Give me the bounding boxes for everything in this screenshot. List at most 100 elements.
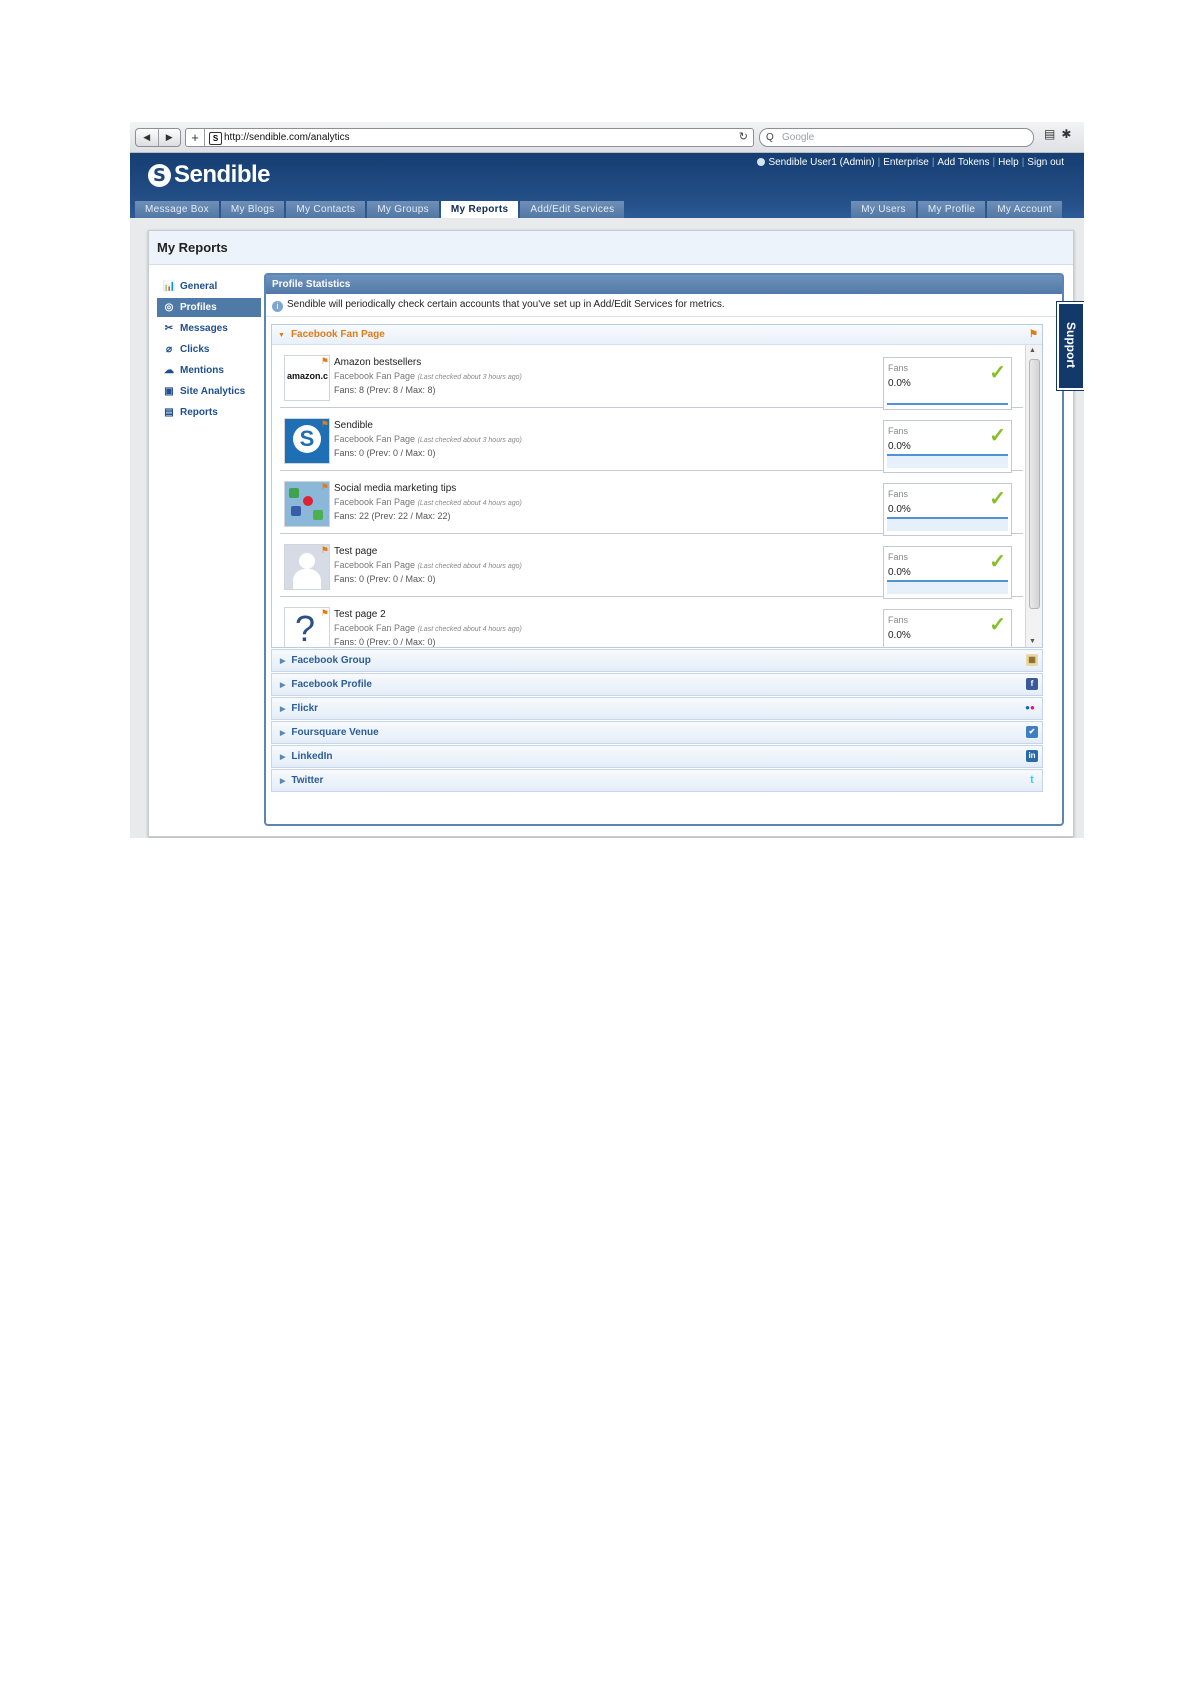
user-name[interactable]: Sendible User1 (Admin) <box>768 157 874 168</box>
profile-type: Facebook Fan Page (Last checked about 4 … <box>334 623 522 633</box>
sidebar-item-general[interactable]: 📊 General <box>157 277 261 296</box>
expand-icon: ▶ <box>280 682 286 689</box>
section-facebook-profile[interactable]: ▶ Facebook Profile f <box>271 673 1043 696</box>
report-icon: ▤ <box>164 407 174 418</box>
fans-mini-chart[interactable]: Fans 0.0% ✓ <box>883 420 1012 473</box>
list-scrollbar[interactable]: ▲ ▼ <box>1025 345 1042 647</box>
section-header-facebook-fan-page[interactable]: ▼ Facebook Fan Page ⚑ <box>272 325 1042 345</box>
tab-my-users[interactable]: My Users <box>851 201 916 218</box>
search-box[interactable]: Q Google <box>759 128 1034 147</box>
forward-button[interactable]: ▶ <box>159 129 181 146</box>
trend-line <box>887 403 1008 405</box>
user-links: Sendible User1 (Admin) | Enterprise | Add To… <box>757 157 1064 168</box>
section-flickr[interactable]: ▶ Flickr ●● <box>271 697 1043 720</box>
bar-chart-icon: 📊 <box>163 281 176 292</box>
section-facebook-group[interactable]: ▶ Facebook Group ▦ <box>271 649 1043 672</box>
trend-line <box>887 454 1008 456</box>
profile-statistics: Profile Statistics i Sendible will period… <box>264 273 1064 826</box>
browser-toolbar: ◀ ▶ + S http://sendible.com/analytics ↻ … <box>130 122 1084 153</box>
tab-my-profile[interactable]: My Profile <box>917 201 986 218</box>
line-chart-icon: ▣ <box>164 386 174 397</box>
facebook-group-icon: ▦ <box>1026 654 1038 666</box>
link-enterprise[interactable]: Enterprise <box>883 157 929 168</box>
expand-icon: ▶ <box>280 730 286 737</box>
link-add-tokens[interactable]: Add Tokens <box>937 157 989 168</box>
stats-header: Profile Statistics <box>266 275 1062 294</box>
info-icon: i <box>272 301 283 312</box>
profile-type: Facebook Fan Page (Last checked about 4 … <box>334 497 522 507</box>
fans-mini-chart[interactable]: Fans 0.0% ✓ <box>883 357 1012 410</box>
profile-thumbnail[interactable]: ⚑ <box>284 544 330 590</box>
section-twitter[interactable]: ▶ Twitter t <box>271 769 1043 792</box>
sidebar-item-messages[interactable]: ✂ Messages <box>157 319 261 338</box>
list-item: amazon.c ⚑ Amazon bestsellers Facebook Fa… <box>280 345 1023 410</box>
site-header: S Sendible Sendible User1 (Admin) | Enterp… <box>130 153 1084 218</box>
link-help[interactable]: Help <box>998 157 1019 168</box>
fans-mini-chart[interactable]: Fans 0.0% ✓ <box>883 546 1012 599</box>
reports-panel: My Reports 📊 General ◎ Profiles ✂ Messages … <box>148 230 1074 837</box>
fan-page-list: amazon.c ⚑ Amazon bestsellers Facebook Fa… <box>272 345 1025 647</box>
speech-bubble-icon: ☁ <box>164 365 174 376</box>
link-sign-out[interactable]: Sign out <box>1027 157 1064 168</box>
page-menu-icon[interactable]: ▤ <box>1044 127 1061 141</box>
back-button[interactable]: ◀ <box>136 129 159 146</box>
sidebar-item-clicks[interactable]: ⌀ Clicks <box>157 340 261 359</box>
list-item: S ⚑ Sendible Facebook Fan Page (Last chec… <box>280 408 1023 473</box>
trend-line <box>887 517 1008 519</box>
expand-icon: ▶ <box>280 778 286 785</box>
tab-my-account[interactable]: My Account <box>987 201 1062 218</box>
browser-window: ◀ ▶ + S http://sendible.com/analytics ↻ … <box>130 122 1084 838</box>
linkedin-icon: in <box>1026 750 1038 762</box>
profile-thumbnail[interactable]: amazon.c ⚑ <box>284 355 330 401</box>
profile-type: Facebook Fan Page (Last checked about 3 … <box>334 434 522 444</box>
new-tab-icon[interactable]: + <box>186 129 205 146</box>
profile-thumbnail[interactable]: ? ⚑ <box>284 607 330 647</box>
tab-my-groups[interactable]: My Groups <box>367 201 439 218</box>
search-input[interactable]: Google <box>782 129 814 146</box>
facebook-icon: f <box>1026 678 1038 690</box>
fans-count: Fans: 8 (Prev: 8 / Max: 8) <box>334 385 436 395</box>
logo[interactable]: S Sendible <box>148 161 271 189</box>
profile-name[interactable]: Sendible <box>334 420 373 431</box>
scroll-up-icon[interactable]: ▲ <box>1029 347 1036 354</box>
flag-icon: ⚑ <box>320 608 329 618</box>
main-tabs: Message Box My Blogs My Contacts My Grou… <box>135 201 626 218</box>
user-status-icon <box>757 158 766 166</box>
toolbar-icons: ▤✱ <box>1044 127 1077 141</box>
profile-name[interactable]: Social media marketing tips <box>334 483 456 494</box>
twitter-icon: t <box>1030 774 1034 786</box>
section-linkedin[interactable]: ▶ LinkedIn in <box>271 745 1043 768</box>
section-foursquare-venue[interactable]: ▶ Foursquare Venue ✔ <box>271 721 1043 744</box>
facebook-fan-page-section: ▼ Facebook Fan Page ⚑ amazon.c ⚑ Amazon bes… <box>271 324 1043 648</box>
support-tab[interactable]: Support <box>1056 301 1084 391</box>
logo-mark-icon: S <box>148 163 171 187</box>
reload-icon[interactable]: ↻ <box>739 129 748 146</box>
sidebar-item-site-analytics[interactable]: ▣ Site Analytics <box>157 382 261 401</box>
scroll-down-icon[interactable]: ▼ <box>1029 638 1036 645</box>
tab-my-contacts[interactable]: My Contacts <box>286 201 366 218</box>
tab-my-blogs[interactable]: My Blogs <box>220 201 285 218</box>
tab-add-edit-services[interactable]: Add/Edit Services <box>520 201 625 218</box>
address-bar[interactable]: + S http://sendible.com/analytics ↻ <box>185 128 754 147</box>
profile-thumbnail[interactable]: S ⚑ <box>284 418 330 464</box>
url-text[interactable]: http://sendible.com/analytics <box>224 129 350 146</box>
sidebar-item-mentions[interactable]: ☁ Mentions <box>157 361 261 380</box>
scroll-thumb[interactable] <box>1029 359 1040 609</box>
fans-count: Fans: 0 (Prev: 0 / Max: 0) <box>334 574 436 584</box>
profile-name[interactable]: Test page <box>334 546 377 557</box>
fans-mini-chart[interactable]: Fans 0.0% ✓ <box>883 483 1012 536</box>
check-icon: ✓ <box>989 425 1006 447</box>
profile-thumbnail[interactable]: ⚑ <box>284 481 330 527</box>
check-icon: ✓ <box>989 614 1006 636</box>
sidebar-item-reports[interactable]: ▤ Reports <box>157 403 261 422</box>
tab-my-reports[interactable]: My Reports <box>440 201 519 218</box>
tab-message-box[interactable]: Message Box <box>135 201 219 218</box>
avatar-icon <box>299 553 315 569</box>
gear-icon[interactable]: ✱ <box>1061 127 1077 141</box>
profile-name[interactable]: Test page 2 <box>334 609 386 620</box>
sidebar-item-profiles[interactable]: ◎ Profiles <box>157 298 261 317</box>
flag-icon: ⚑ <box>320 482 329 492</box>
expand-icon: ▶ <box>280 754 286 761</box>
fans-mini-chart[interactable]: Fans 0.0% ✓ <box>883 609 1012 647</box>
profile-name[interactable]: Amazon bestsellers <box>334 357 421 368</box>
